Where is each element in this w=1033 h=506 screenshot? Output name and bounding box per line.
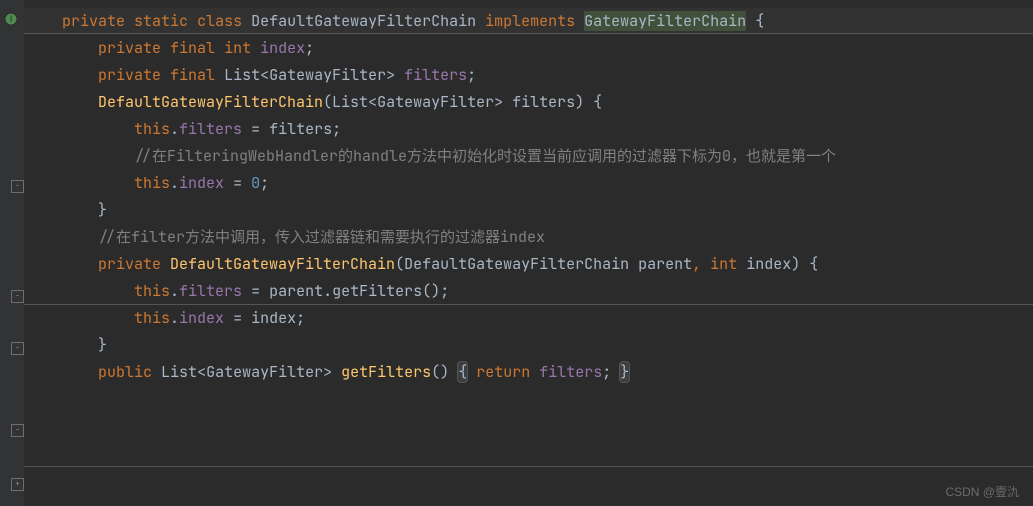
code-editor[interactable]: I - - - - + private static class Default… <box>0 0 1033 506</box>
method-separator <box>24 33 1033 34</box>
method-getfilters: getFilters <box>341 362 431 382</box>
brace: { <box>755 11 764 31</box>
code-line[interactable]: this.index = index; <box>24 305 1033 332</box>
code-line[interactable]: //在FilteringWebHandler的handle方法中初始化时设置当前… <box>24 143 1033 170</box>
method-separator <box>24 466 1033 467</box>
type-name: GatewayFilterChain <box>584 11 746 31</box>
code-line[interactable]: this.index = 0; <box>24 170 1033 197</box>
code-line[interactable]: } <box>24 197 1033 224</box>
folded-brace[interactable]: } <box>620 362 629 382</box>
kw-private: private <box>62 11 125 31</box>
code-line[interactable]: this.filters = filters; <box>24 116 1033 143</box>
code-line[interactable]: //在filter方法中调用，传入过滤器链和需要执行的过滤器index <box>24 224 1033 251</box>
fold-icon[interactable]: + <box>11 478 24 491</box>
code-area[interactable]: private static class DefaultGatewayFilte… <box>24 0 1033 386</box>
comment: //在filter方法中调用，传入过滤器链和需要执行的过滤器index <box>98 227 545 247</box>
field-index: index <box>260 38 305 58</box>
code-line[interactable]: public List<GatewayFilter> getFilters() … <box>24 359 1033 386</box>
overrides-icon[interactable]: I <box>2 12 20 30</box>
kw-implements: implements <box>485 11 575 31</box>
code-line[interactable]: private final List<GatewayFilter> filter… <box>24 62 1033 89</box>
constructor: DefaultGatewayFilterChain <box>98 92 323 112</box>
fold-icon[interactable]: - <box>11 290 24 303</box>
svg-text:I: I <box>10 14 13 24</box>
fold-icon[interactable]: - <box>11 342 24 355</box>
type-name: DefaultGatewayFilterChain <box>251 11 476 31</box>
field-filters: filters <box>404 65 467 85</box>
folded-brace[interactable]: { <box>458 362 467 382</box>
code-line[interactable]: private DefaultGatewayFilterChain(Defaul… <box>24 251 1033 278</box>
code-line[interactable]: private final int index; <box>24 35 1033 62</box>
comment: //在FilteringWebHandler的handle方法中初始化时设置当前… <box>134 146 836 166</box>
code-line[interactable]: this.filters = parent.getFilters(); <box>24 278 1033 305</box>
kw-static: static <box>134 11 188 31</box>
constructor: DefaultGatewayFilterChain <box>170 254 395 274</box>
code-line[interactable]: } <box>24 332 1033 359</box>
code-line[interactable]: DefaultGatewayFilterChain(List<GatewayFi… <box>24 89 1033 116</box>
kw-class: class <box>197 11 242 31</box>
method-separator <box>24 304 1033 305</box>
fold-icon[interactable]: - <box>11 180 24 193</box>
watermark: CSDN @壹氿 <box>945 483 1019 500</box>
fold-icon[interactable]: - <box>11 424 24 437</box>
number-zero: 0 <box>251 173 260 193</box>
gutter: I - - - - + <box>0 0 24 506</box>
code-line[interactable]: private static class DefaultGatewayFilte… <box>24 8 1033 35</box>
